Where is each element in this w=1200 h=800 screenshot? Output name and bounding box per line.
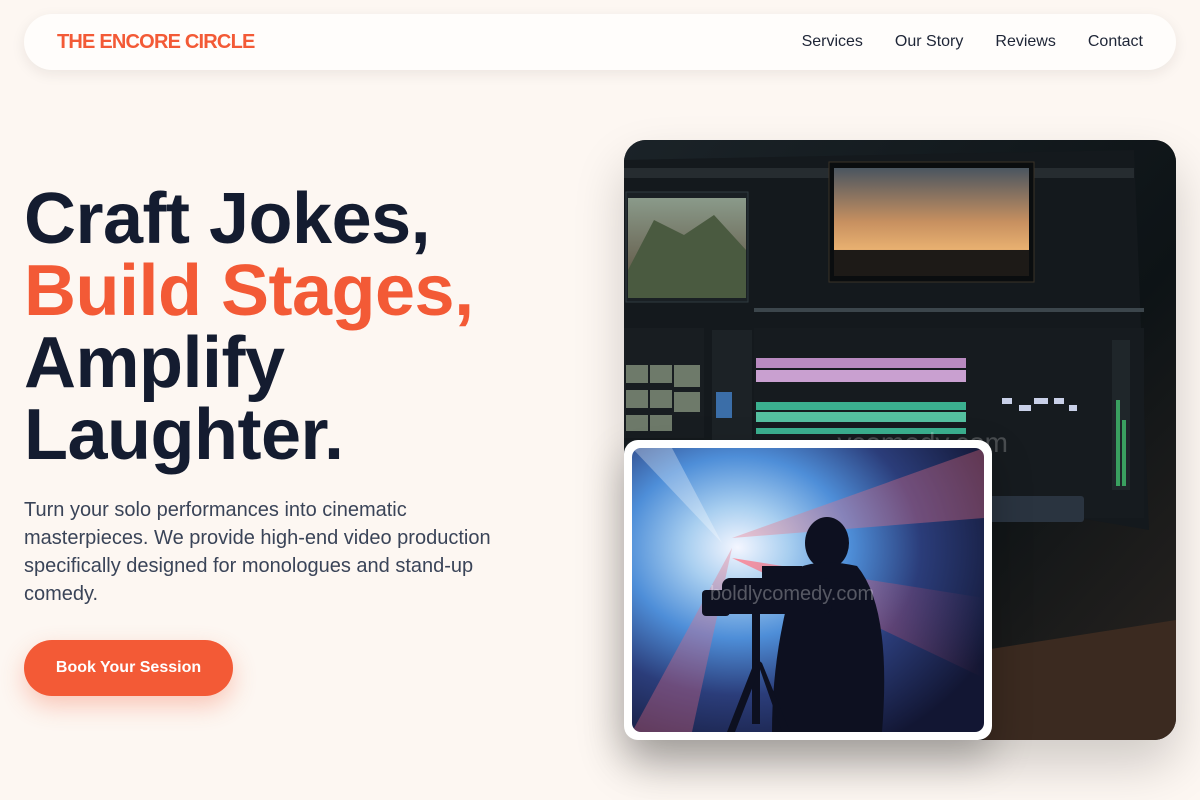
hero-lead-text: Turn your solo performances into cinemat… <box>24 499 491 605</box>
hero-headline: Craft Jokes, Build Stages, Amplify Laugh… <box>24 183 474 471</box>
nav-link-contact[interactable]: Contact <box>1088 33 1143 51</box>
top-navbar: THE ENCORE CIRCLE Services Our Story Rev… <box>24 14 1176 70</box>
brand-logo[interactable]: THE ENCORE CIRCLE <box>57 31 255 54</box>
nav-links: Services Our Story Reviews Contact <box>802 33 1143 51</box>
camera-operator-photo: boldlycomedy.com <box>632 448 984 732</box>
headline-line-3: Amplify <box>24 323 285 403</box>
inset-photo-watermark: boldlycomedy.com <box>710 583 874 605</box>
headline-line-2-accent: Build Stages, <box>24 251 474 331</box>
nav-link-our-story[interactable]: Our Story <box>895 33 963 51</box>
camera-operator-photo-frame: boldlycomedy.com <box>624 440 992 740</box>
headline-line-4: Laughter. <box>24 395 344 475</box>
headline-line-1: Craft Jokes, <box>24 179 431 259</box>
nav-link-services[interactable]: Services <box>802 33 863 51</box>
nav-link-reviews[interactable]: Reviews <box>995 33 1055 51</box>
book-session-button[interactable]: Book Your Session <box>24 640 233 696</box>
